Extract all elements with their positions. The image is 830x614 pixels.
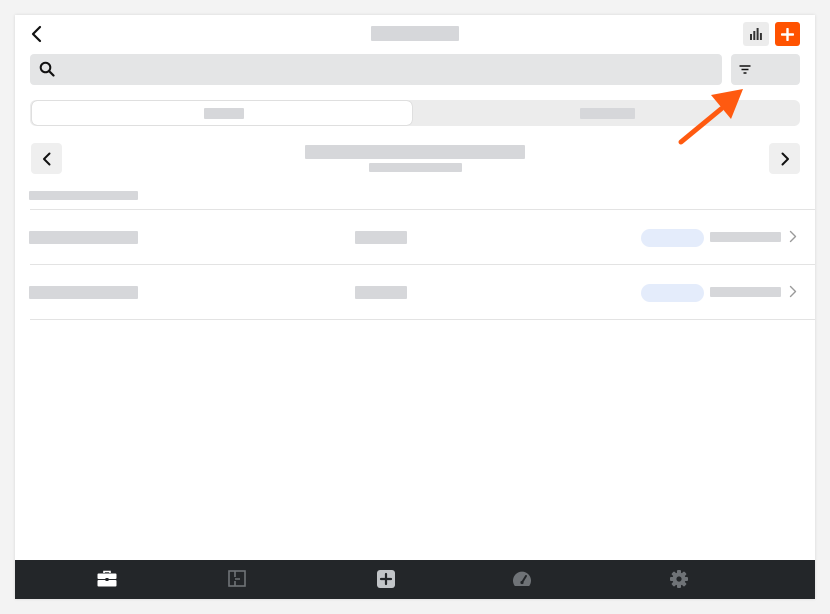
filter-icon (739, 65, 751, 74)
status-badge (641, 284, 704, 302)
bottom-navigation (15, 560, 815, 599)
next-period-button[interactable] (769, 143, 800, 174)
list-item-title (29, 231, 138, 244)
app-screen (15, 15, 815, 599)
period-title (305, 145, 525, 159)
search-bar[interactable] (30, 54, 722, 85)
bar-chart-icon (750, 28, 762, 40)
floor-plan-icon[interactable] (228, 570, 246, 587)
list-item[interactable] (15, 210, 815, 265)
list-item-detail (710, 232, 781, 242)
divider (30, 319, 815, 320)
reports-button[interactable] (743, 22, 769, 46)
speedometer-icon[interactable] (512, 570, 532, 587)
chevron-right-icon (781, 152, 789, 165)
section-header (29, 191, 138, 200)
tab-first-label (204, 108, 244, 119)
list-item-title (29, 286, 138, 299)
list-item[interactable] (15, 265, 815, 320)
chevron-left-icon (42, 152, 50, 165)
list-item-value (355, 286, 407, 299)
previous-period-button[interactable] (31, 143, 62, 174)
search-input[interactable] (64, 54, 714, 85)
page-title (371, 26, 459, 41)
list-item-detail (710, 287, 781, 297)
filter-button[interactable] (731, 54, 800, 85)
search-icon (39, 61, 55, 77)
chevron-right-icon (789, 230, 797, 243)
chevron-left-icon (31, 25, 42, 43)
list-item-value (355, 231, 407, 244)
add-button[interactable] (775, 22, 800, 46)
plus-square-icon[interactable] (377, 570, 395, 588)
back-button[interactable] (23, 21, 51, 47)
status-badge (641, 229, 704, 247)
chevron-right-icon (789, 285, 797, 298)
gear-icon[interactable] (670, 570, 688, 588)
tab-second-label (580, 108, 635, 119)
period-subtitle (369, 163, 462, 172)
briefcase-icon[interactable] (97, 570, 117, 587)
plus-icon (781, 27, 794, 41)
annotation-arrow-icon (678, 89, 743, 145)
tab-first[interactable] (32, 101, 412, 125)
